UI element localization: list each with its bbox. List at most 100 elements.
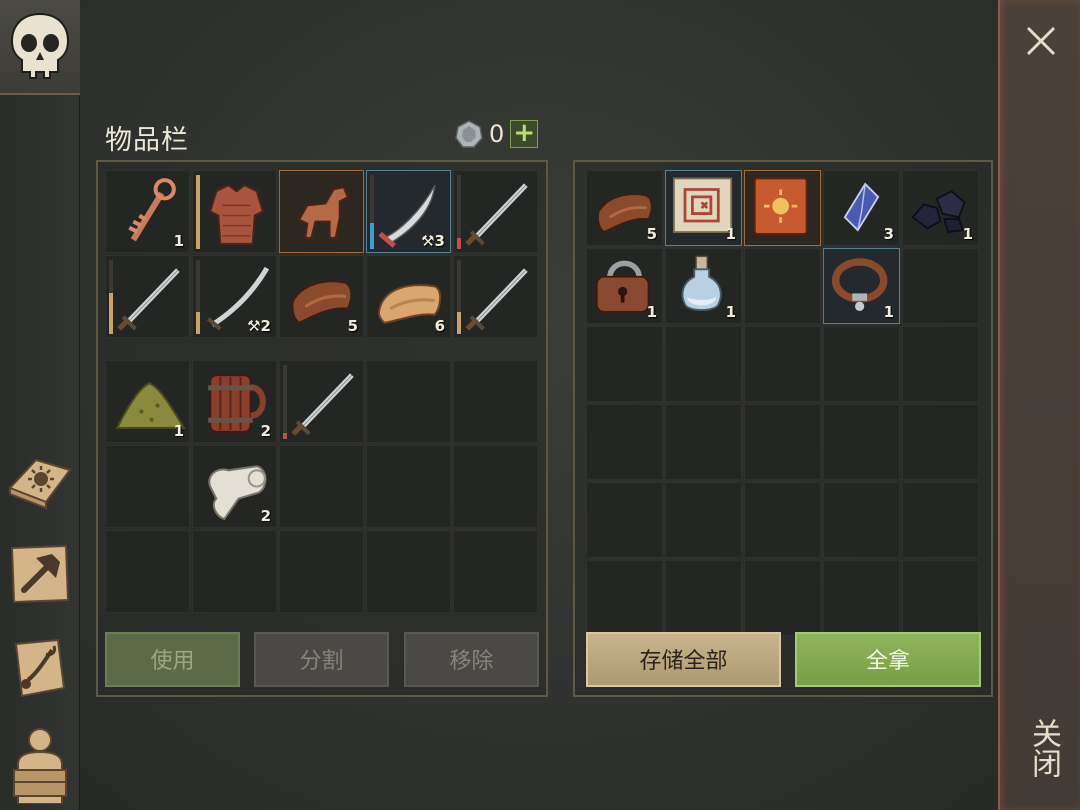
item-count: 1	[725, 303, 736, 321]
equipped-slot-cloth[interactable]: 6	[366, 255, 451, 338]
use-button[interactable]: 使用	[105, 632, 240, 687]
container-slot-potion-bottle[interactable]: 1	[665, 248, 742, 324]
container-slot-empty[interactable]	[665, 560, 742, 636]
close-panel[interactable]: 关闭	[998, 0, 1080, 810]
bag-slot-sword[interactable]	[279, 360, 364, 443]
item-count: 1	[725, 225, 736, 243]
container-slot-empty[interactable]	[902, 248, 979, 324]
sword-icon	[291, 373, 354, 436]
bag-slot-bandage-roll[interactable]: 2	[192, 445, 277, 528]
close-label[interactable]: 关闭	[1024, 718, 1061, 778]
sword-icon	[465, 183, 528, 246]
container-slot-empty[interactable]	[744, 482, 821, 558]
left-sidebar	[0, 0, 80, 810]
durability-bar	[370, 175, 374, 249]
currency-value: 0	[489, 120, 505, 148]
equipped-slot-sword[interactable]	[453, 255, 538, 338]
durability-bar	[457, 175, 461, 249]
item-count: 6	[434, 317, 445, 335]
equipped-slot-leather[interactable]: 5	[279, 255, 364, 338]
equipped-slot-curved-sword[interactable]: ⚒2	[192, 255, 277, 338]
item-count: 2	[260, 422, 271, 440]
container-slot-leather[interactable]: 5	[586, 170, 663, 246]
equipped-slot-scimitar[interactable]: ⚒3	[366, 170, 451, 253]
bag-slot-empty[interactable]	[105, 445, 190, 528]
bag-slot-empty[interactable]	[192, 530, 277, 613]
container-slot-empty[interactable]	[902, 326, 979, 402]
container-slot-sun-book[interactable]	[744, 170, 821, 246]
container-slot-empty[interactable]	[823, 560, 900, 636]
split-button[interactable]: 分割	[254, 632, 389, 687]
bag-slot-empty[interactable]	[279, 530, 364, 613]
container-slot-empty[interactable]	[902, 404, 979, 480]
currency-display: 0 +	[455, 118, 539, 150]
container-slot-empty[interactable]	[586, 560, 663, 636]
skull-icon	[10, 12, 70, 79]
container-grid: 5 1 3 1 1 1 1	[586, 170, 979, 636]
bag-slot-sand-pile[interactable]: 1	[105, 360, 190, 443]
item-count: 1	[883, 303, 894, 321]
bag-slot-empty[interactable]	[453, 445, 538, 528]
close-icon[interactable]	[1020, 20, 1062, 62]
container-slot-coal[interactable]: 1	[902, 170, 979, 246]
container-slot-empty[interactable]	[823, 404, 900, 480]
sidebar-item-journal[interactable]	[6, 448, 74, 516]
equipped-slot-leather-armor[interactable]	[192, 170, 277, 253]
horse-figurine-icon	[297, 186, 350, 239]
item-count: 1	[173, 232, 184, 250]
sun-book-icon	[753, 177, 808, 235]
container-slot-empty[interactable]	[902, 560, 979, 636]
sidebar-tab-skull[interactable]	[0, 0, 80, 95]
crafting-hammer-icon	[10, 544, 70, 604]
sword-icon	[117, 268, 180, 331]
bag-slot-empty[interactable]	[453, 360, 538, 443]
leather-armor-icon	[208, 183, 265, 245]
container-slot-empty[interactable]	[665, 326, 742, 402]
container-slot-empty[interactable]	[586, 404, 663, 480]
item-count: ⚒2	[247, 317, 271, 335]
durability-bar	[457, 260, 461, 334]
sidebar-item-quests[interactable]	[6, 634, 74, 702]
bag-slot-empty[interactable]	[279, 445, 364, 528]
item-count: 5	[347, 317, 358, 335]
container-slot-empty[interactable]	[744, 326, 821, 402]
bag-slot-empty[interactable]	[453, 530, 538, 613]
container-slot-empty[interactable]	[665, 404, 742, 480]
bag-slot-empty[interactable]	[366, 530, 451, 613]
bag-slot-wooden-mug[interactable]: 2	[192, 360, 277, 443]
remove-button[interactable]: 移除	[404, 632, 539, 687]
add-currency-button[interactable]: +	[510, 120, 539, 148]
bag-grid: 1 2 2	[105, 360, 538, 613]
equipped-slot-sword[interactable]	[105, 255, 190, 338]
container-slot-empty[interactable]	[586, 326, 663, 402]
item-count: 1	[962, 225, 973, 243]
container-slot-empty[interactable]	[744, 404, 821, 480]
equipped-slot-horse-figurine[interactable]	[279, 170, 364, 253]
sidebar-item-character[interactable]	[6, 724, 74, 805]
container-slot-treasure-map[interactable]: 1	[665, 170, 742, 246]
container-slot-empty[interactable]	[744, 248, 821, 324]
bag-slot-empty[interactable]	[366, 445, 451, 528]
container-slot-empty[interactable]	[586, 482, 663, 558]
container-slot-leather-collar[interactable]: 1	[823, 248, 900, 324]
container-slot-empty[interactable]	[823, 326, 900, 402]
bag-slot-empty[interactable]	[366, 360, 451, 443]
item-count: 1	[173, 422, 184, 440]
store-all-button[interactable]: 存储全部	[586, 632, 781, 687]
sun-book-icon	[8, 458, 72, 510]
durability-bar	[196, 175, 200, 249]
equipped-slot-ornate-key[interactable]: 1	[105, 170, 190, 253]
container-slot-crystal[interactable]: 3	[823, 170, 900, 246]
container-slot-empty[interactable]	[902, 482, 979, 558]
container-slot-padlock[interactable]: 1	[586, 248, 663, 324]
container-slot-empty[interactable]	[744, 560, 821, 636]
container-slot-empty[interactable]	[665, 482, 742, 558]
item-count: 3	[883, 225, 894, 243]
container-slot-empty[interactable]	[823, 482, 900, 558]
sidebar-item-crafting[interactable]	[6, 540, 74, 608]
character-backpack-icon	[13, 728, 67, 805]
item-count: 5	[646, 225, 657, 243]
equipped-slot-sword[interactable]	[453, 170, 538, 253]
bag-slot-empty[interactable]	[105, 530, 190, 613]
take-all-button[interactable]: 全拿	[795, 632, 981, 687]
